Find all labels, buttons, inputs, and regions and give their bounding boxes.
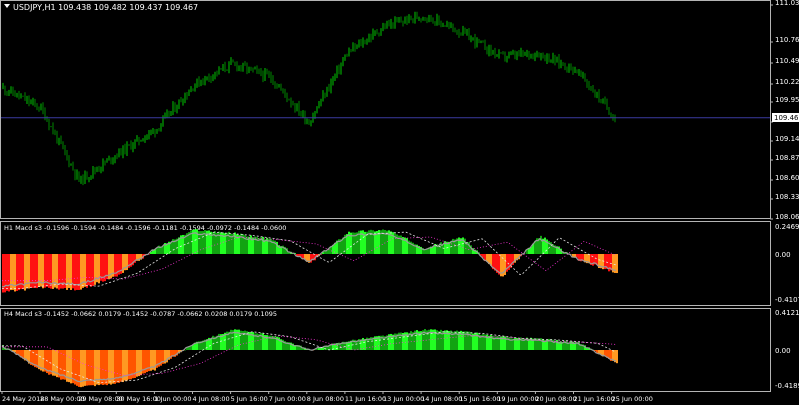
current-price-label: 109.467 — [774, 114, 799, 122]
h4-tick-min: -0.4189 — [775, 382, 799, 390]
time-tick-label: 25 Jun 00:00 — [612, 395, 653, 403]
macd-bar — [616, 350, 618, 364]
h4-macd-title: H4 Macd s3 -0.1452 -0.0662 0.0179 -0.145… — [4, 310, 277, 318]
price-tick-label: 108.870 — [775, 154, 799, 162]
symbol-title: USDJPY,H1 109.438 109.482 109.437 109.46… — [13, 3, 198, 12]
time-tick-label: 5 Jun 16:00 — [231, 395, 268, 403]
current-price-tag: 109.467 — [772, 113, 799, 122]
h4-tick-max: 0.4121 — [775, 309, 799, 317]
price-tick-label: 110.765 — [775, 36, 799, 44]
h4-tick-zero: 0.00 — [775, 347, 791, 355]
chart-canvas[interactable]: USDJPY,H1 109.438 109.482 109.437 109.46… — [0, 0, 799, 405]
price-tick-label: 108.060 — [775, 213, 799, 221]
price-tick-label: 108.600 — [775, 174, 799, 182]
time-tick-label: 15 Jun 16:00 — [459, 395, 500, 403]
time-tick-label: 13 Jun 00:00 — [383, 395, 424, 403]
price-tick-label: 109.955 — [775, 96, 799, 104]
main-price-pane[interactable]: USDJPY,H1 109.438 109.482 109.437 109.46… — [0, 0, 799, 221]
time-axis[interactable]: 24 May 201828 May 00:0029 May 08:0030 Ma… — [1, 391, 653, 403]
h4-macd-axis: 0.4121 0.00 -0.4189 — [775, 309, 799, 390]
price-tick-label: 110.495 — [775, 57, 799, 65]
h1-macd-pane[interactable]: H1 Macd s3 -0.1596 -0.1594 -0.1484 -0.15… — [0, 221, 799, 306]
price-tick-label: 108.330 — [775, 193, 799, 201]
time-tick-label: 7 Jun 00:00 — [269, 395, 306, 403]
time-tick-label: 11 Jun 16:00 — [345, 395, 386, 403]
h1-tick-zero: 0.00 — [775, 251, 791, 259]
time-tick-label: 8 Jun 08:00 — [307, 395, 344, 403]
main-pane-frame — [0, 0, 771, 219]
time-tick-label: 14 Jun 08:00 — [421, 395, 462, 403]
price-axis[interactable]: 111.035110.765110.495110.225109.955109.6… — [770, 0, 799, 221]
time-tick-label: 20 Jun 08:00 — [535, 395, 576, 403]
time-tick-label: 21 Jun 16:00 — [574, 395, 615, 403]
time-tick-label: 19 Jun 00:00 — [497, 395, 538, 403]
time-tick-label: 24 May 2018 — [2, 395, 44, 403]
price-tick-label: 110.225 — [775, 78, 799, 86]
time-tick-label: 4 Jun 08:00 — [193, 395, 230, 403]
time-tick-label: 1 Jun 00:00 — [154, 395, 191, 403]
h1-tick-min: -0.4107 — [775, 296, 799, 304]
h1-macd-title: H1 Macd s3 -0.1596 -0.1594 -0.1484 -0.15… — [4, 224, 286, 232]
price-tick-label: 111.035 — [775, 0, 799, 7]
h1-tick-max: 0.2469 — [775, 223, 799, 231]
h4-macd-pane[interactable]: H4 Macd s3 -0.1452 -0.0662 0.0179 -0.145… — [0, 308, 799, 392]
h1-macd-axis: 0.2469 0.00 -0.4107 — [775, 223, 799, 304]
trading-terminal-chart-window: USDJPY,H1 109.438 109.482 109.437 109.46… — [0, 0, 799, 405]
macd-bar — [616, 254, 618, 274]
price-tick-label: 109.140 — [775, 135, 799, 143]
